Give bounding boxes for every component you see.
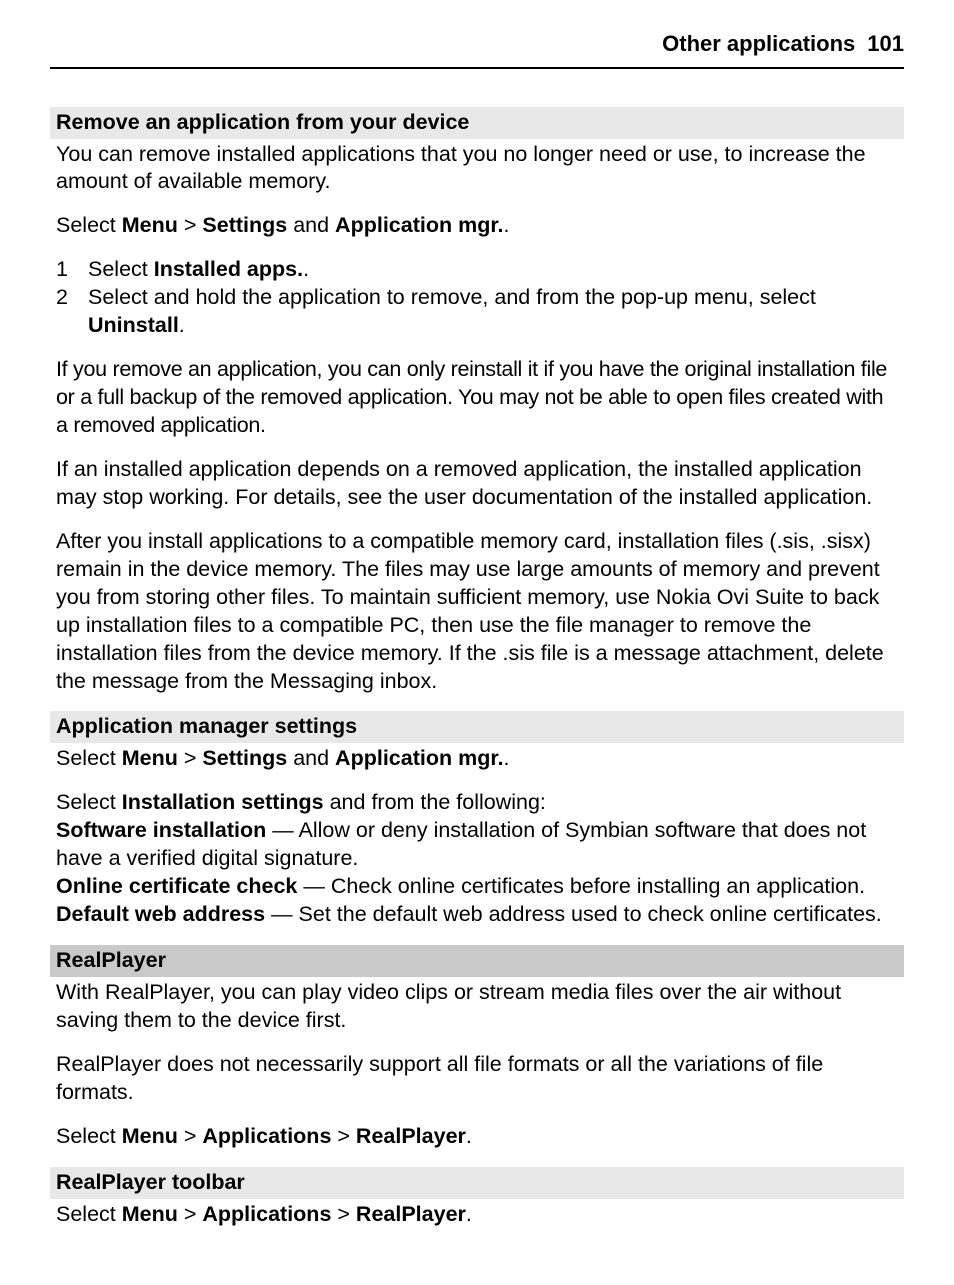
- text: Select: [56, 1124, 122, 1148]
- remove-steps-list: 1 Select Installed apps.. 2 Select and h…: [50, 256, 904, 340]
- option-label: Online certificate check: [56, 874, 297, 898]
- text: .: [503, 213, 509, 237]
- separator: >: [178, 746, 203, 770]
- nav-app-mgr-2: Select Menu > Settings and Application m…: [50, 745, 904, 773]
- step-number: 2: [56, 284, 70, 340]
- nav-realplayer-1: Select Menu > Applications > RealPlayer.: [50, 1123, 904, 1151]
- nav-realplayer-2: Select Menu > Applications > RealPlayer.: [50, 1201, 904, 1229]
- realplayer-label: RealPlayer: [356, 1202, 466, 1226]
- separator: >: [331, 1124, 356, 1148]
- page-number: 101: [867, 30, 904, 59]
- applications-label: Applications: [202, 1202, 331, 1226]
- para-reinstall-note: If you remove an application, you can on…: [50, 356, 904, 440]
- heading-appmgr-settings: Application manager settings: [50, 711, 904, 743]
- menu-label: Menu: [122, 1124, 178, 1148]
- step-number: 1: [56, 256, 70, 284]
- installation-settings-label: Installation settings: [122, 790, 324, 814]
- para-memory-card-note: After you install applications to a comp…: [50, 528, 904, 696]
- text: Select: [88, 257, 154, 281]
- settings-label: Settings: [202, 213, 287, 237]
- option-desc: — Set the default web address used to ch…: [265, 902, 882, 926]
- appmgr-label: Application mgr.: [335, 746, 503, 770]
- option-desc: — Check online certificates before insta…: [297, 874, 865, 898]
- installed-apps-label: Installed apps.: [154, 257, 303, 281]
- text: .: [179, 313, 185, 337]
- heading-realplayer-toolbar: RealPlayer toolbar: [50, 1167, 904, 1199]
- option-label: Default web address: [56, 902, 265, 926]
- text: Select: [56, 1202, 122, 1226]
- option-software-installation: Software installation — Allow or deny in…: [50, 817, 904, 873]
- text: Select: [56, 746, 122, 770]
- step-item: 1 Select Installed apps..: [56, 256, 898, 284]
- header-section-title: Other applications: [662, 30, 855, 59]
- text: Select: [56, 213, 122, 237]
- uninstall-label: Uninstall: [88, 313, 179, 337]
- menu-label: Menu: [122, 1202, 178, 1226]
- text: .: [466, 1202, 472, 1226]
- text: Select: [56, 790, 122, 814]
- text: and from the following:: [324, 790, 546, 814]
- text: and: [287, 213, 335, 237]
- separator: >: [178, 1124, 203, 1148]
- option-default-web-address: Default web address — Set the default we…: [50, 901, 904, 929]
- para-install-settings: Select Installation settings and from th…: [50, 789, 904, 817]
- para-realplayer-intro: With RealPlayer, you can play video clip…: [50, 979, 904, 1035]
- menu-label: Menu: [122, 746, 178, 770]
- step-text: Select Installed apps..: [88, 256, 309, 284]
- para-realplayer-formats: RealPlayer does not necessarily support …: [50, 1051, 904, 1107]
- para-dependency-note: If an installed application depends on a…: [50, 456, 904, 512]
- applications-label: Applications: [202, 1124, 331, 1148]
- text: Select and hold the application to remov…: [88, 285, 816, 309]
- separator: >: [178, 1202, 203, 1226]
- heading-remove-app: Remove an application from your device: [50, 107, 904, 139]
- option-online-cert-check: Online certificate check — Check online …: [50, 873, 904, 901]
- step-text: Select and hold the application to remov…: [88, 284, 898, 340]
- text: and: [287, 746, 335, 770]
- nav-app-mgr-1: Select Menu > Settings and Application m…: [50, 212, 904, 240]
- page-header: Other applications 101: [50, 30, 904, 69]
- realplayer-label: RealPlayer: [356, 1124, 466, 1148]
- menu-label: Menu: [122, 213, 178, 237]
- text: .: [503, 746, 509, 770]
- separator: >: [178, 213, 203, 237]
- para-remove-intro: You can remove installed applications th…: [50, 141, 904, 197]
- appmgr-label: Application mgr.: [335, 213, 503, 237]
- heading-realplayer: RealPlayer: [50, 945, 904, 977]
- separator: >: [331, 1202, 356, 1226]
- settings-label: Settings: [202, 746, 287, 770]
- option-label: Software installation: [56, 818, 266, 842]
- text: .: [303, 257, 309, 281]
- text: .: [466, 1124, 472, 1148]
- step-item: 2 Select and hold the application to rem…: [56, 284, 898, 340]
